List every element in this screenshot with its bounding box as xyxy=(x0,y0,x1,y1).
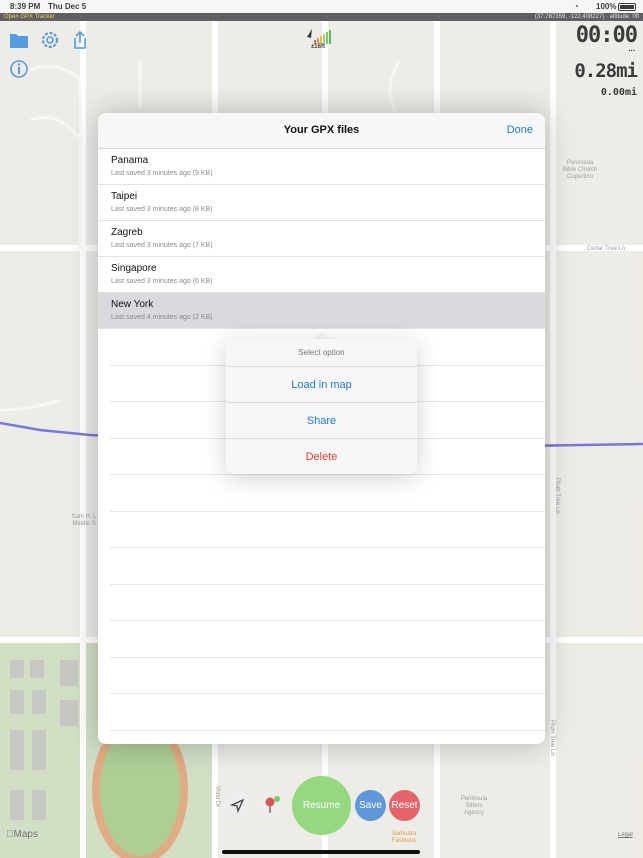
select-option-popover: Select option Load in map Share Delete xyxy=(226,339,417,474)
file-meta: Last saved 3 minutes ago (9 KB) xyxy=(111,170,213,177)
file-meta: Last saved 3 minutes ago (8 KB) xyxy=(111,206,213,213)
empty-row xyxy=(110,658,545,694)
list-item[interactable]: Taipei Last saved 3 minutes ago (8 KB) xyxy=(98,185,545,221)
popover-arrow xyxy=(314,331,330,339)
file-name: Zagreb xyxy=(111,227,143,238)
modal-title: Your GPX files xyxy=(283,124,360,136)
popover-title: Select option xyxy=(298,348,345,357)
empty-row xyxy=(110,621,545,658)
done-button[interactable]: Done xyxy=(507,124,533,136)
empty-row xyxy=(110,512,545,548)
modal-header: Your GPX files Done xyxy=(98,113,545,149)
file-name: Singapore xyxy=(111,263,157,274)
file-name: Panama xyxy=(111,155,149,166)
share-option[interactable]: Share xyxy=(226,402,417,438)
empty-row xyxy=(110,548,545,585)
file-meta: Last saved 3 minutes ago (6 KB) xyxy=(111,278,213,285)
file-meta: Last saved 3 minutes ago (7 KB) xyxy=(111,242,213,249)
list-item-selected[interactable]: New York Last saved 4 minutes ago (2 KB) xyxy=(98,293,545,329)
empty-row xyxy=(110,475,545,512)
list-item[interactable]: Panama Last saved 3 minutes ago (9 KB) xyxy=(98,149,545,185)
delete-option[interactable]: Delete xyxy=(226,438,417,474)
home-indicator xyxy=(222,850,420,854)
list-item[interactable]: Singapore Last saved 3 minutes ago (6 KB… xyxy=(98,257,545,293)
file-meta: Last saved 4 minutes ago (2 KB) xyxy=(111,314,213,321)
file-name: Taipei xyxy=(111,191,138,202)
file-name: New York xyxy=(111,299,154,310)
list-item[interactable]: Zagreb Last saved 3 minutes ago (7 KB) xyxy=(98,221,545,257)
empty-row xyxy=(110,585,545,621)
empty-row xyxy=(110,694,545,731)
load-in-map-option[interactable]: Load in map xyxy=(226,366,417,402)
